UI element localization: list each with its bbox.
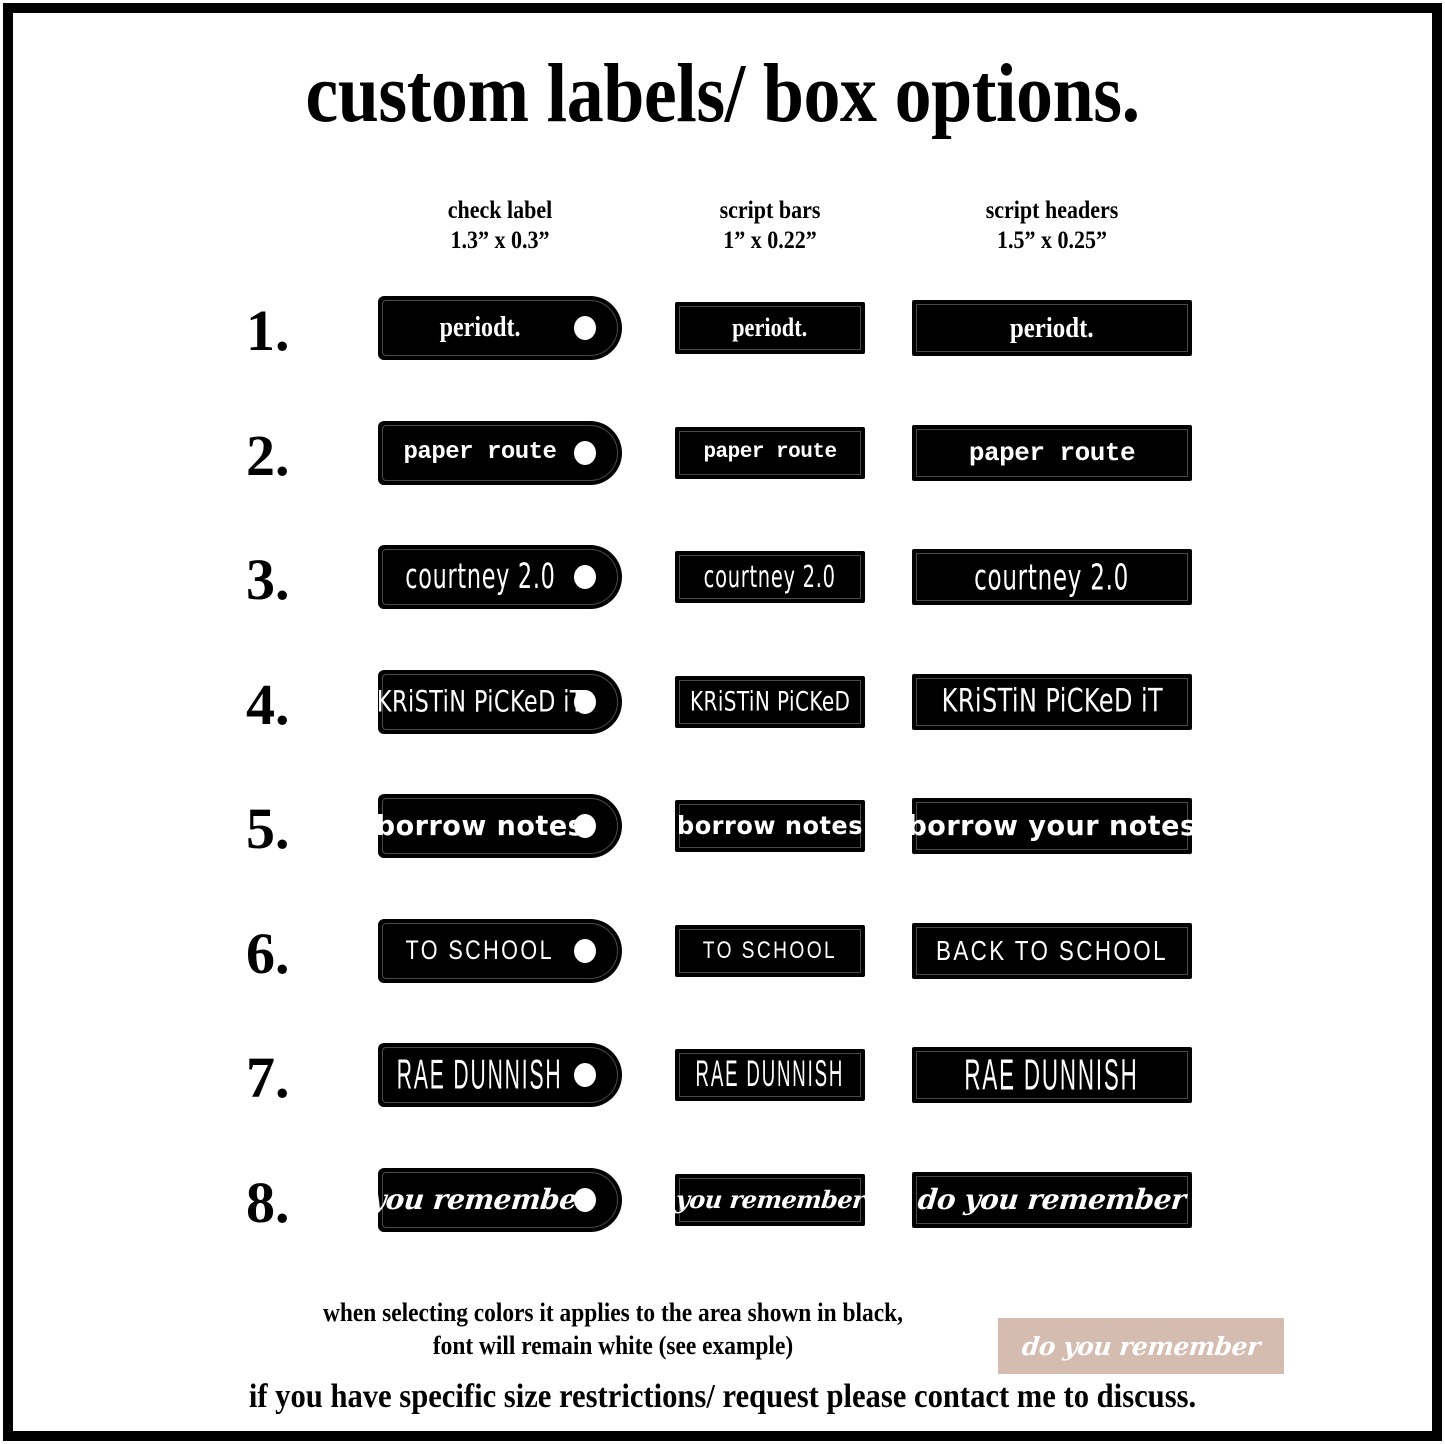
column-header-script-headers: script headers 1.5” x 0.25” — [929, 196, 1175, 256]
check-label-tag[interactable]: KRiSTiN PiCKeD iT — [376, 669, 622, 734]
script-bar-label[interactable]: KRiSTiN PiCKeD — [675, 675, 865, 728]
script-bar-text: borrow notes — [677, 811, 863, 841]
script-header-label[interactable]: do you remember — [912, 1171, 1192, 1228]
row-number: 8. — [246, 1169, 290, 1235]
script-bar-text: you remember — [674, 1184, 866, 1214]
script-header-text: periodt. — [1010, 311, 1094, 344]
label-row: 2. paper route paper route paper route — [0, 420, 1445, 531]
check-label-tag[interactable]: RAE DUNNISH — [378, 1043, 622, 1107]
row-number: 6. — [246, 920, 290, 986]
check-label-text: paper route — [403, 438, 557, 466]
script-bar-label[interactable]: borrow notes — [675, 800, 865, 852]
page-title: custom labels/ box options. — [305, 47, 1140, 140]
label-row: 5. borrow notes borrow notes borrow your no… — [0, 794, 1445, 904]
column-header-check-label-name: check label — [447, 197, 553, 224]
label-row: 6. TO SCHOOL TO SCHOOL BACK TO SCHOOL — [0, 918, 1445, 1029]
check-label-text: TO SCHOOL — [405, 935, 555, 965]
punch-hole-icon — [574, 565, 596, 589]
label-row: 8. you remember you remember do you remembe… — [0, 1167, 1445, 1278]
script-header-text: RAE DUNNISH — [964, 1049, 1140, 1100]
check-label-tag[interactable]: paper route — [378, 420, 622, 485]
script-header-label[interactable]: BACK TO SCHOOL — [912, 922, 1192, 979]
script-header-text: KRiSTiN PiCKeD iT — [941, 682, 1163, 720]
script-bar-label[interactable]: TO SCHOOL — [675, 924, 865, 977]
script-bar-text: RAE DUNNISH — [695, 1054, 845, 1095]
script-header-label[interactable]: RAE DUNNISH — [912, 1047, 1192, 1103]
footer-note-line-1: when selecting colors it applies to the … — [322, 1298, 904, 1327]
check-label-tag[interactable]: TO SCHOOL — [378, 918, 622, 983]
check-label-text: KRiSTiN PiCKeD iT — [376, 683, 584, 719]
script-bar-label[interactable]: courtney 2.0 — [675, 551, 865, 603]
script-bar-text: periodt. — [732, 313, 808, 342]
footer-contact-note: if you have specific size restrictions/ … — [248, 1378, 1197, 1415]
footer-color-note: when selecting colors it applies to the … — [258, 1296, 969, 1362]
script-header-text: do you remember — [916, 1182, 1188, 1216]
check-label-tag[interactable]: you remember — [368, 1167, 622, 1232]
label-row: 4. KRiSTiN PiCKeD iT KRiSTiN PiCKeD KRiSTiN… — [0, 669, 1445, 780]
script-bar-label[interactable]: periodt. — [675, 302, 865, 354]
row-number: 5. — [246, 796, 290, 861]
label-row: 7. RAE DUNNISH RAE DUNNISH RAE DUNNISH — [0, 1043, 1445, 1153]
color-example-swatch-label: do you remember — [1020, 1331, 1262, 1361]
script-header-label[interactable]: borrow your notes — [907, 798, 1196, 854]
row-number: 2. — [246, 422, 290, 488]
check-label-text: RAE DUNNISH — [397, 1051, 563, 1099]
check-label-text: periodt. — [439, 312, 521, 343]
script-bar-text: courtney 2.0 — [703, 559, 837, 595]
punch-hole-icon — [574, 938, 596, 963]
script-bar-text: KRiSTiN PiCKeD — [689, 686, 851, 717]
check-label-tag[interactable]: courtney 2.0 — [378, 545, 622, 609]
color-example-swatch: do you remember — [998, 1318, 1284, 1374]
column-header-check-label: check label 1.3” x 0.3” — [377, 196, 623, 256]
row-number: 7. — [246, 1045, 290, 1110]
column-header-script-bars-size: 1” x 0.22” — [723, 227, 817, 254]
column-header-script-headers-name: script headers — [985, 197, 1119, 224]
script-header-text: courtney 2.0 — [974, 555, 1130, 599]
script-bar-label[interactable]: paper route — [675, 426, 865, 479]
column-header-check-label-size: 1.3” x 0.3” — [450, 227, 550, 254]
column-header-script-headers-size: 1.5” x 0.25” — [997, 227, 1107, 254]
column-header-script-bars-name: script bars — [719, 197, 821, 224]
script-header-label[interactable]: KRiSTiN PiCKeD iT — [912, 673, 1192, 730]
punch-hole-icon — [574, 814, 596, 838]
script-header-text: BACK TO SCHOOL — [936, 934, 1168, 966]
check-label-text: you remember — [367, 1182, 593, 1216]
label-row: 3. courtney 2.0 courtney 2.0 courtney 2.0 — [0, 545, 1445, 655]
label-options-poster: custom labels/ box options. check label … — [0, 0, 1445, 1444]
script-bar-label[interactable]: you remember — [674, 1173, 866, 1226]
punch-hole-icon — [574, 316, 596, 340]
check-label-tag[interactable]: borrow notes — [375, 794, 622, 858]
script-bar-label[interactable]: RAE DUNNISH — [675, 1049, 865, 1101]
footer-note-line-2: font will remain white (see example) — [432, 1331, 794, 1360]
row-number: 1. — [246, 298, 290, 363]
script-header-label[interactable]: paper route — [912, 424, 1192, 481]
script-header-label[interactable]: courtney 2.0 — [912, 549, 1192, 605]
punch-hole-icon — [574, 1063, 596, 1087]
row-number: 3. — [246, 547, 290, 612]
check-label-text: courtney 2.0 — [404, 556, 556, 597]
column-header-script-bars: script bars 1” x 0.22” — [664, 196, 875, 256]
script-header-text: borrow your notes — [907, 810, 1197, 842]
check-label-text: borrow notes — [375, 810, 585, 842]
script-header-label[interactable]: periodt. — [912, 300, 1192, 356]
row-number: 4. — [246, 671, 290, 737]
check-label-tag[interactable]: periodt. — [378, 296, 622, 360]
script-bar-text: paper route — [703, 441, 837, 464]
script-header-text: paper route — [968, 437, 1136, 468]
label-row: 1. periodt. periodt. periodt. — [0, 296, 1445, 406]
punch-hole-icon — [574, 1187, 596, 1212]
punch-hole-icon — [574, 689, 596, 714]
script-bar-text: TO SCHOOL — [702, 936, 838, 964]
punch-hole-icon — [574, 440, 596, 465]
